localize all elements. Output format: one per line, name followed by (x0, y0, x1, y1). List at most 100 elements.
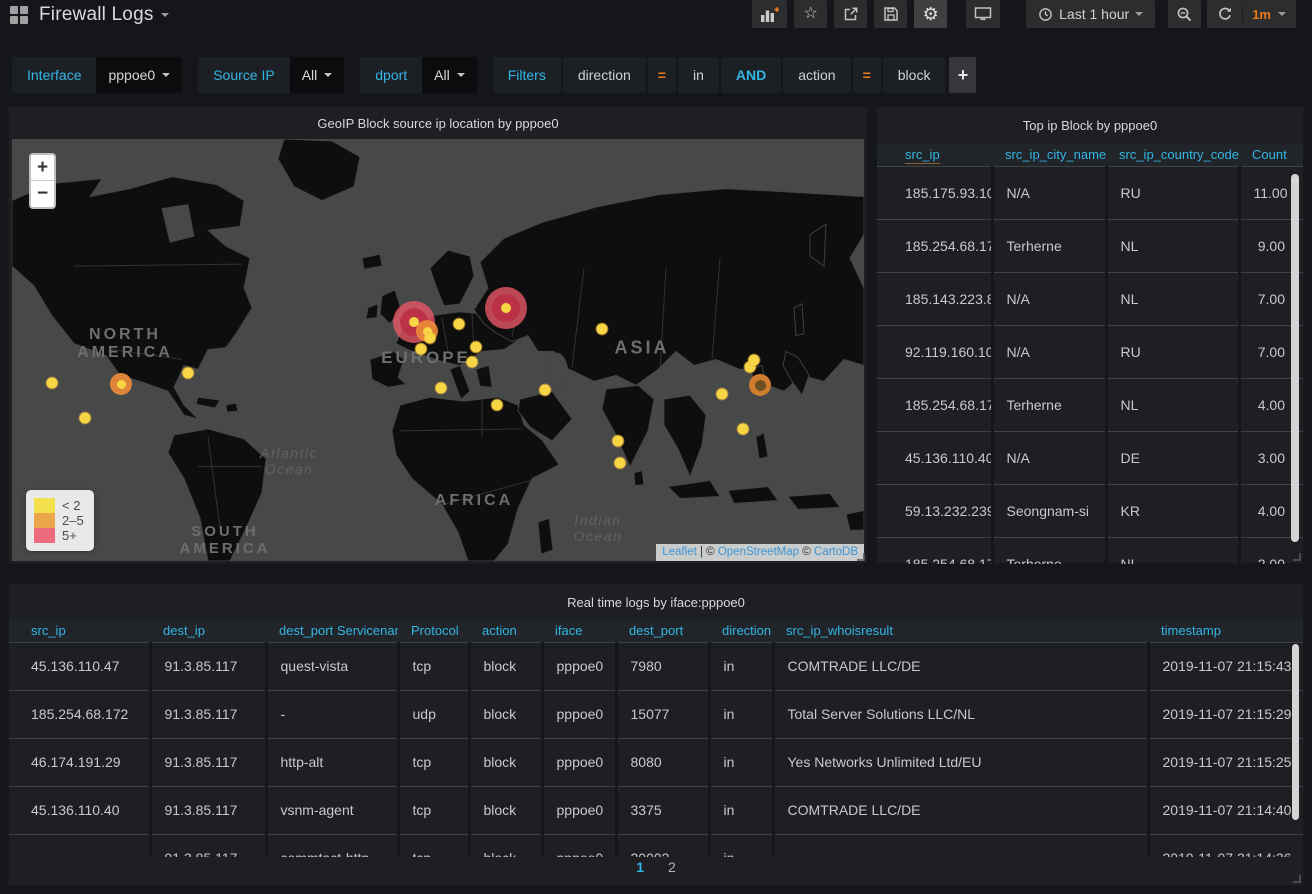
map-zoom-in-button[interactable]: + (31, 155, 54, 181)
map-marker-small[interactable] (80, 413, 91, 424)
map-marker-small[interactable] (467, 357, 478, 368)
add-filter-button[interactable]: + (949, 57, 976, 93)
panel-title[interactable]: GeoIP Block source ip location by pppoe0 (9, 107, 867, 139)
settings-button[interactable]: ⚙ (914, 0, 947, 28)
table-cell: - (266, 690, 398, 738)
map-marker-small[interactable] (416, 344, 427, 355)
map-marker-small[interactable] (738, 424, 749, 435)
zoom-out-button[interactable] (1168, 0, 1201, 28)
map-marker-small[interactable] (425, 333, 436, 344)
column-header-src-ip[interactable]: src_ip (9, 620, 150, 642)
map-marker-small[interactable] (615, 458, 626, 469)
map-marker-small[interactable] (749, 355, 760, 366)
adhoc-token-op[interactable]: = (853, 57, 881, 93)
refresh-picker[interactable]: 1m (1207, 0, 1296, 28)
adhoc-token-conj[interactable]: AND (721, 57, 781, 93)
table-cell: Terherne (992, 378, 1106, 431)
scrollbar-thumb[interactable] (1291, 174, 1299, 542)
var-dport-select[interactable]: All (422, 57, 477, 93)
scrollbar-thumb[interactable] (1292, 644, 1299, 820)
time-range-picker[interactable]: Last 1 hour (1026, 0, 1155, 28)
attribution-link[interactable]: Leaflet (662, 546, 697, 558)
column-header-dest-port[interactable]: dest_port (616, 620, 709, 642)
var-interface-value: pppoe0 (108, 67, 155, 83)
table-cell: N/A (992, 325, 1106, 378)
column-header-dest-port-servicename[interactable]: dest_port Servicename (266, 620, 398, 642)
dashboard-title[interactable]: Firewall Logs (39, 4, 154, 26)
save-button[interactable] (874, 0, 907, 28)
column-header-count[interactable]: Count (1239, 144, 1303, 166)
attribution-link[interactable]: OpenStreetMap (718, 546, 799, 558)
map-zoom-control: + − (29, 153, 56, 209)
table-cell: 46.174.191.29 (9, 738, 150, 786)
map-marker-small[interactable] (454, 319, 465, 330)
table-cell: pppoe0 (542, 738, 616, 786)
table-row: 92.119.160.106N/ARU7.00 (877, 325, 1303, 378)
map-marker-small[interactable] (436, 383, 447, 394)
map-marker-small[interactable] (492, 400, 503, 411)
table-cell: COMTRADE LLC/DE (773, 786, 1148, 834)
table-cell: in (709, 786, 773, 834)
var-interface-select[interactable]: pppoe0 (96, 57, 182, 93)
legend-item: 5+ (34, 528, 84, 543)
star-button[interactable]: ☆ (794, 0, 827, 28)
panel-title[interactable]: Top ip Block by pppoe0 (877, 107, 1303, 144)
table-cell: block (469, 738, 542, 786)
map-attribution: Leaflet | © OpenStreetMap © CartoDB (656, 544, 864, 561)
dashboards-grid-icon[interactable] (10, 6, 28, 24)
column-header-iface[interactable]: iface (542, 620, 616, 642)
column-header-dest-ip[interactable]: dest_ip (150, 620, 266, 642)
map-marker-medium[interactable] (110, 373, 132, 395)
map-marker-medium-dark[interactable] (749, 374, 771, 396)
map-marker-small[interactable] (717, 389, 728, 400)
table-row: 46.174.191.2991.3.85.117http-alttcpblock… (9, 738, 1303, 786)
map-marker-large[interactable] (485, 287, 527, 329)
map-marker-small[interactable] (613, 436, 624, 447)
map-marker-small[interactable] (540, 385, 551, 396)
column-header-src-ip-whoisresult[interactable]: src_ip_whoisresult (773, 620, 1148, 642)
adhoc-token-op[interactable]: = (648, 57, 676, 93)
var-interface-label: Interface (12, 57, 96, 93)
grafana-dashboard: Firewall Logs ☆ (0, 0, 1312, 894)
add-panel-button[interactable] (752, 0, 787, 28)
table-cell: block (469, 642, 542, 690)
table-cell (773, 834, 1148, 857)
page-button-2[interactable]: 2 (668, 859, 676, 875)
column-header-protocol[interactable]: Protocol (398, 620, 469, 642)
table-cell: pppoe0 (542, 834, 616, 857)
table-cell: 2019-11-07 21:15:25 (1148, 738, 1303, 786)
adhoc-filter-tokens: direction=inANDaction=block (561, 57, 946, 93)
attribution-link[interactable]: CartoDB (814, 546, 858, 558)
column-header-direction[interactable]: direction (709, 620, 773, 642)
column-header-action[interactable]: action (469, 620, 542, 642)
var-source-ip-select[interactable]: All (290, 57, 345, 93)
var-dport-label: dport (360, 57, 422, 93)
divider (1242, 5, 1243, 23)
map-marker-small[interactable] (471, 342, 482, 353)
adhoc-token-value[interactable]: block (883, 57, 946, 93)
adhoc-token-value[interactable]: in (678, 57, 719, 93)
attribution-text: © (706, 546, 718, 558)
column-header-timestamp[interactable]: timestamp (1148, 620, 1303, 642)
table-cell: RU (1106, 325, 1239, 378)
adhoc-token-key[interactable]: action (783, 57, 850, 93)
column-header-src-ip-country-code[interactable]: src_ip_country_code (1106, 144, 1239, 166)
map-marker-small[interactable] (597, 324, 608, 335)
adhoc-token-key[interactable]: direction (563, 57, 646, 93)
page-button-1[interactable]: 1 (636, 859, 644, 875)
panel-title[interactable]: Real time logs by iface:pppoe0 (9, 584, 1303, 620)
map-marker-small[interactable] (183, 368, 194, 379)
share-button[interactable] (834, 0, 867, 28)
world-map[interactable]: NORTH AMERICAEUROPEASIAAFRICASOUTH AMERI… (12, 139, 864, 561)
cycle-view-button[interactable] (966, 0, 1000, 28)
monitor-icon (974, 6, 992, 22)
map-marker-small[interactable] (47, 378, 58, 389)
table-cell: quest-vista (266, 642, 398, 690)
legend-swatch (34, 528, 55, 543)
map-zoom-out-button[interactable]: − (31, 181, 54, 207)
table-row: 45.136.110.4791.3.85.117quest-vistatcpbl… (9, 642, 1303, 690)
column-header-src-ip[interactable]: src_ip (877, 144, 992, 166)
table-cell: 59.13.232.239 (877, 484, 992, 537)
column-header-src-ip-city-name[interactable]: src_ip_city_name (992, 144, 1106, 166)
table-cell: http-alt (266, 738, 398, 786)
